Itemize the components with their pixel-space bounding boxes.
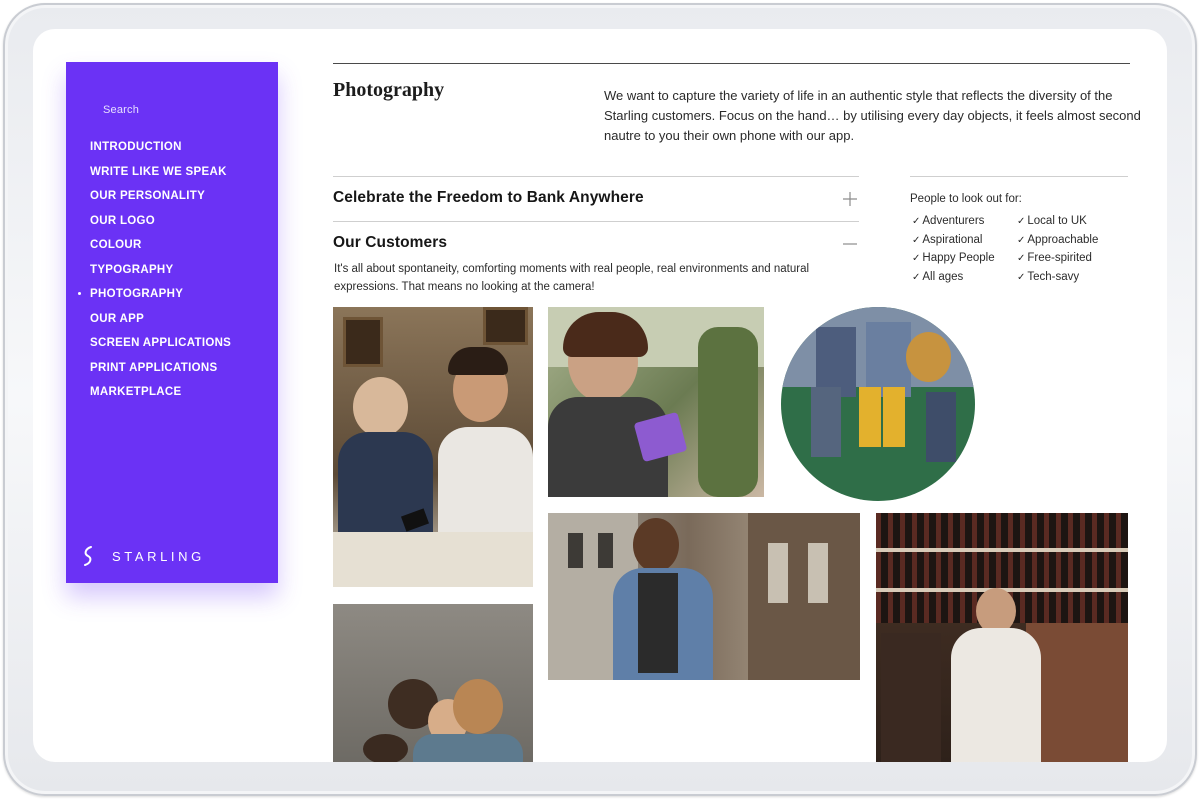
- sidebar-item-print-applications[interactable]: PRINT APPLICATIONS: [90, 361, 231, 386]
- photo-wine-bar: [876, 513, 1128, 762]
- trait-label: Free-spirited: [1027, 252, 1092, 264]
- trait-item: ✓ Approachable: [1017, 234, 1122, 253]
- check-icon: ✓: [1017, 234, 1026, 246]
- sidebar-item-colour[interactable]: COLOUR: [90, 238, 231, 263]
- sidebar-item-screen-applications[interactable]: SCREEN APPLICATIONS: [90, 336, 231, 361]
- accordion-divider: [333, 176, 859, 177]
- trait-label: Aspirational: [922, 233, 983, 246]
- trait-item: ✓ All ages: [912, 271, 1017, 290]
- check-icon: ✓: [1017, 216, 1026, 227]
- check-icon: ✓: [1017, 271, 1026, 283]
- trait-label: Happy People: [922, 252, 995, 264]
- starling-logo-icon: [84, 546, 92, 566]
- sidebar-item-our-logo[interactable]: OUR LOGO: [90, 214, 231, 239]
- sidebar-item-our-personality[interactable]: OUR PERSONALITY: [90, 189, 231, 214]
- photo-man-on-street: [548, 513, 860, 680]
- trait-item: ✓ Adventurers: [912, 215, 1017, 234]
- sidebar-item-our-app[interactable]: OUR APP: [90, 312, 231, 337]
- page-title: Photography: [333, 79, 445, 101]
- trait-label: Local to UK: [1027, 215, 1087, 227]
- photo-grandfather-and-son: [333, 307, 533, 587]
- trait-label: Adventurers: [922, 215, 985, 227]
- sidebar-item-typography[interactable]: TYPOGRAPHY: [90, 263, 231, 288]
- photo-woman-watering-plants: [548, 307, 764, 497]
- trait-item: ✓ Happy People: [912, 252, 1017, 271]
- sidebar-item-marketplace[interactable]: MARKETPLACE: [90, 385, 231, 410]
- sidebar-item-introduction[interactable]: INTRODUCTION: [90, 140, 231, 165]
- check-icon: ✓: [912, 234, 921, 246]
- sidebar-item-write-like-we-speak[interactable]: WRITE LIKE WE SPEAK: [90, 165, 231, 190]
- photo-friends-sitting: [781, 307, 975, 501]
- trait-item: ✓ Tech-savy: [1017, 271, 1122, 290]
- check-icon: ✓: [912, 216, 921, 227]
- check-icon: ✓: [912, 271, 921, 283]
- trait-item: ✓ Aspirational: [912, 234, 1017, 253]
- customers-description: It's all about spontaneity, comforting m…: [334, 263, 810, 293]
- trait-label: All ages: [922, 270, 964, 283]
- screen: Search INTRODUCTION WRITE LIKE WE SPEAK …: [33, 29, 1167, 762]
- trait-item: ✓ Local to UK: [1017, 215, 1122, 234]
- accordion-divider: [333, 221, 859, 222]
- sidebar-nav: INTRODUCTION WRITE LIKE WE SPEAK OUR PER…: [77, 140, 231, 410]
- people-heading: People to look out for:: [910, 193, 1022, 205]
- sidebar: Search INTRODUCTION WRITE LIKE WE SPEAK …: [66, 62, 278, 583]
- plus-icon[interactable]: [842, 191, 858, 207]
- minus-icon[interactable]: [842, 236, 858, 252]
- check-icon: ✓: [912, 253, 921, 264]
- brand[interactable]: STARLING: [80, 546, 205, 566]
- accordion-title-freedom[interactable]: Celebrate the Freedom to Bank Anywhere: [333, 189, 644, 207]
- check-icon: ✓: [1017, 253, 1026, 264]
- brand-name: STARLING: [112, 548, 205, 564]
- sidebar-item-photography[interactable]: PHOTOGRAPHY: [77, 287, 231, 312]
- people-divider: [910, 176, 1128, 177]
- trait-item: ✓ Free-spirited: [1017, 252, 1122, 271]
- search-link[interactable]: Search: [103, 104, 139, 116]
- photo-family-playing: [333, 604, 533, 762]
- top-divider: [333, 63, 1130, 64]
- trait-label: Approachable: [1027, 233, 1099, 246]
- accordion-title-customers[interactable]: Our Customers: [333, 234, 447, 252]
- traits-list: ✓ Adventurers ✓ Local to UK ✓ Aspirational …: [912, 215, 1122, 289]
- intro-text: We want to capture the variety of life i…: [604, 88, 1141, 143]
- trait-label: Tech-savy: [1027, 270, 1080, 283]
